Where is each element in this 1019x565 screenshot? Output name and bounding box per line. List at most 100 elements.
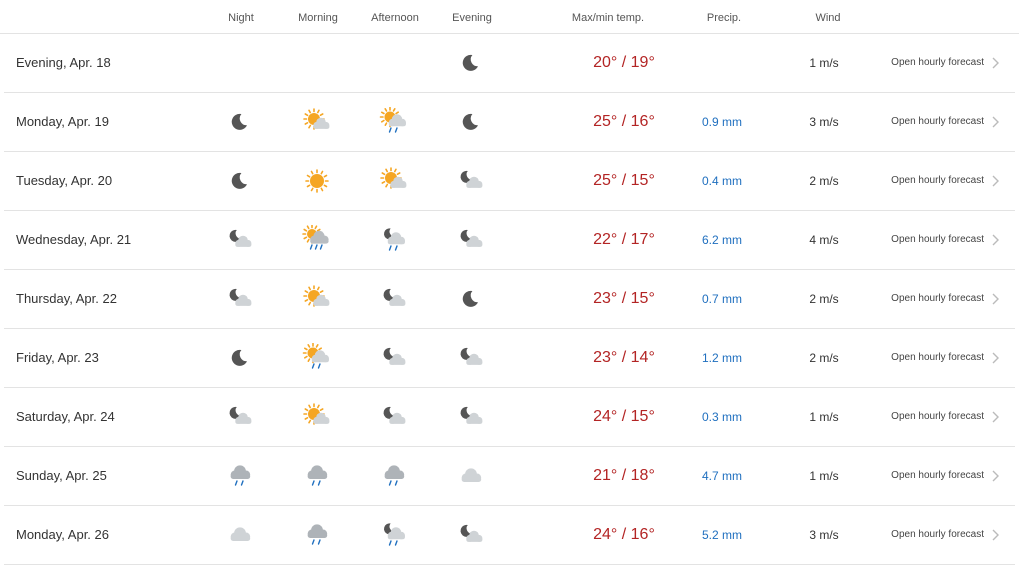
open-hourly-forecast-link[interactable]: Open hourly forecast [884,211,1010,269]
open-hourly-forecast-link[interactable]: Open hourly forecast [884,506,1010,564]
open-hourly-forecast-label: Open hourly forecast [891,529,984,540]
cloud-rain-icon [302,461,332,491]
wind-value: 2 m/s [809,174,839,188]
moon-cloud-icon [456,225,486,255]
precipitation-value: 0.7 mm [701,292,742,306]
forecast-rows: Evening, Apr. 18 20° / 19° 1 m/s Open hourl… [0,34,1019,565]
moon-cloud-icon [225,284,255,314]
header-temp: Max/min temp. [571,12,645,24]
temperature-range: 21° / 18° [593,467,655,484]
table-header: Night Morning Afternoon Evening Max/min … [0,0,1019,34]
table-row[interactable]: Evening, Apr. 18 20° / 19° 1 m/s Open hourl… [4,34,1015,93]
chevron-right-icon [988,233,1002,247]
wind-value: 1 m/s [809,469,839,483]
sun-icon [302,166,332,196]
precipitation-value: 0.4 mm [701,174,742,188]
wind-value: 1 m/s [809,410,839,424]
day-label: Saturday, Apr. 24 [16,409,115,424]
precipitation-value: 0.3 mm [701,410,742,424]
header-afternoon: Afternoon [371,12,419,24]
precipitation-value: 1.2 mm [701,351,742,365]
open-hourly-forecast-link[interactable]: Open hourly forecast [884,152,1010,210]
chevron-right-icon [988,174,1002,188]
wind-value: 3 m/s [809,528,839,542]
moon-cloud-icon [225,402,255,432]
open-hourly-forecast-label: Open hourly forecast [891,116,984,127]
moon-icon [456,107,486,137]
table-row[interactable]: Monday, Apr. 19 25° / 16° 0.9 mm 3 m/s Open … [4,93,1015,152]
precipitation-value: 4.7 mm [701,469,742,483]
wind-value: 4 m/s [809,233,839,247]
header-evening: Evening [452,12,492,24]
moon-cloud-icon [456,166,486,196]
open-hourly-forecast-link[interactable]: Open hourly forecast [884,93,1010,151]
open-hourly-forecast-label: Open hourly forecast [891,175,984,186]
open-hourly-forecast-link[interactable]: Open hourly forecast [884,388,1010,446]
table-row[interactable]: Friday, Apr. 23 23° / 14° 1.2 mm 2 m/s Open … [4,329,1015,388]
temperature-range: 25° / 15° [593,172,655,189]
precipitation-value: 0.9 mm [701,115,742,129]
moon-cloud-icon [379,402,409,432]
moon-cloud-icon [379,284,409,314]
moon-icon [225,343,255,373]
table-row[interactable]: Thursday, Apr. 22 23° / 15° 0.7 mm 2 m/s Ope… [4,270,1015,329]
open-hourly-forecast-label: Open hourly forecast [891,57,984,68]
day-label: Friday, Apr. 23 [16,350,99,365]
precipitation-value: 6.2 mm [701,233,742,247]
open-hourly-forecast-label: Open hourly forecast [891,411,984,422]
chevron-right-icon [988,469,1002,483]
table-row[interactable]: Sunday, Apr. 25 21° / 18° 4.7 mm 1 m/s Open … [4,447,1015,506]
header-precip: Precip. [706,12,742,24]
chevron-right-icon [988,351,1002,365]
header-morning: Morning [298,12,338,24]
table-row[interactable]: Saturday, Apr. 24 24° / 15° 0.3 mm 1 m/s Ope… [4,388,1015,447]
temperature-range: 23° / 15° [593,290,655,307]
temperature-range: 25° / 16° [593,113,655,130]
open-hourly-forecast-link[interactable]: Open hourly forecast [884,34,1010,92]
wind-value: 3 m/s [809,115,839,129]
moon-cloud-icon [456,520,486,550]
wind-value: 1 m/s [809,56,839,70]
cloud-rain-icon [225,461,255,491]
open-hourly-forecast-link[interactable]: Open hourly forecast [884,329,1010,387]
sun-cloud-icon [302,284,332,314]
day-label: Monday, Apr. 19 [16,114,109,129]
cloud-rain-icon [302,520,332,550]
header-wind: Wind [815,12,841,24]
temperature-range: 24° / 16° [593,526,655,543]
day-label: Thursday, Apr. 22 [16,291,117,306]
open-hourly-forecast-label: Open hourly forecast [891,470,984,481]
moon-cloud-icon [456,343,486,373]
table-row[interactable]: Wednesday, Apr. 21 22° / 17° 6.2 mm 4 m/s Op… [4,211,1015,270]
table-row[interactable]: Monday, Apr. 26 24° / 16° 5.2 mm 3 m/s Open … [4,506,1015,565]
moon-cloud-icon [225,225,255,255]
open-hourly-forecast-label: Open hourly forecast [891,293,984,304]
moon-cloud-rain-icon [379,520,409,550]
precipitation-value: 5.2 mm [701,528,742,542]
sun-cloud-rain-icon [379,107,409,137]
forecast-table: Night Morning Afternoon Evening Max/min … [0,0,1019,565]
cloud-icon [225,520,255,550]
chevron-right-icon [988,115,1002,129]
wind-value: 2 m/s [809,351,839,365]
open-hourly-forecast-link[interactable]: Open hourly forecast [884,270,1010,328]
temperature-range: 20° / 19° [593,54,655,71]
open-hourly-forecast-link[interactable]: Open hourly forecast [884,447,1010,505]
day-label: Evening, Apr. 18 [16,55,111,70]
day-label: Wednesday, Apr. 21 [16,232,132,247]
header-night: Night [228,12,254,24]
cloud-rain-icon [379,461,409,491]
table-row[interactable]: Tuesday, Apr. 20 25° / 15° 0.4 mm 2 m/s Open… [4,152,1015,211]
moon-cloud-icon [379,343,409,373]
open-hourly-forecast-label: Open hourly forecast [891,352,984,363]
cloud-icon [456,461,486,491]
sun-cloud-icon [302,107,332,137]
day-label: Sunday, Apr. 25 [16,468,107,483]
moon-icon [456,284,486,314]
chevron-right-icon [988,528,1002,542]
sun-cloud-rain-icon [302,343,332,373]
temperature-range: 23° / 14° [593,349,655,366]
temperature-range: 24° / 15° [593,408,655,425]
sun-cloud-icon [302,402,332,432]
sun-cloud-icon [379,166,409,196]
